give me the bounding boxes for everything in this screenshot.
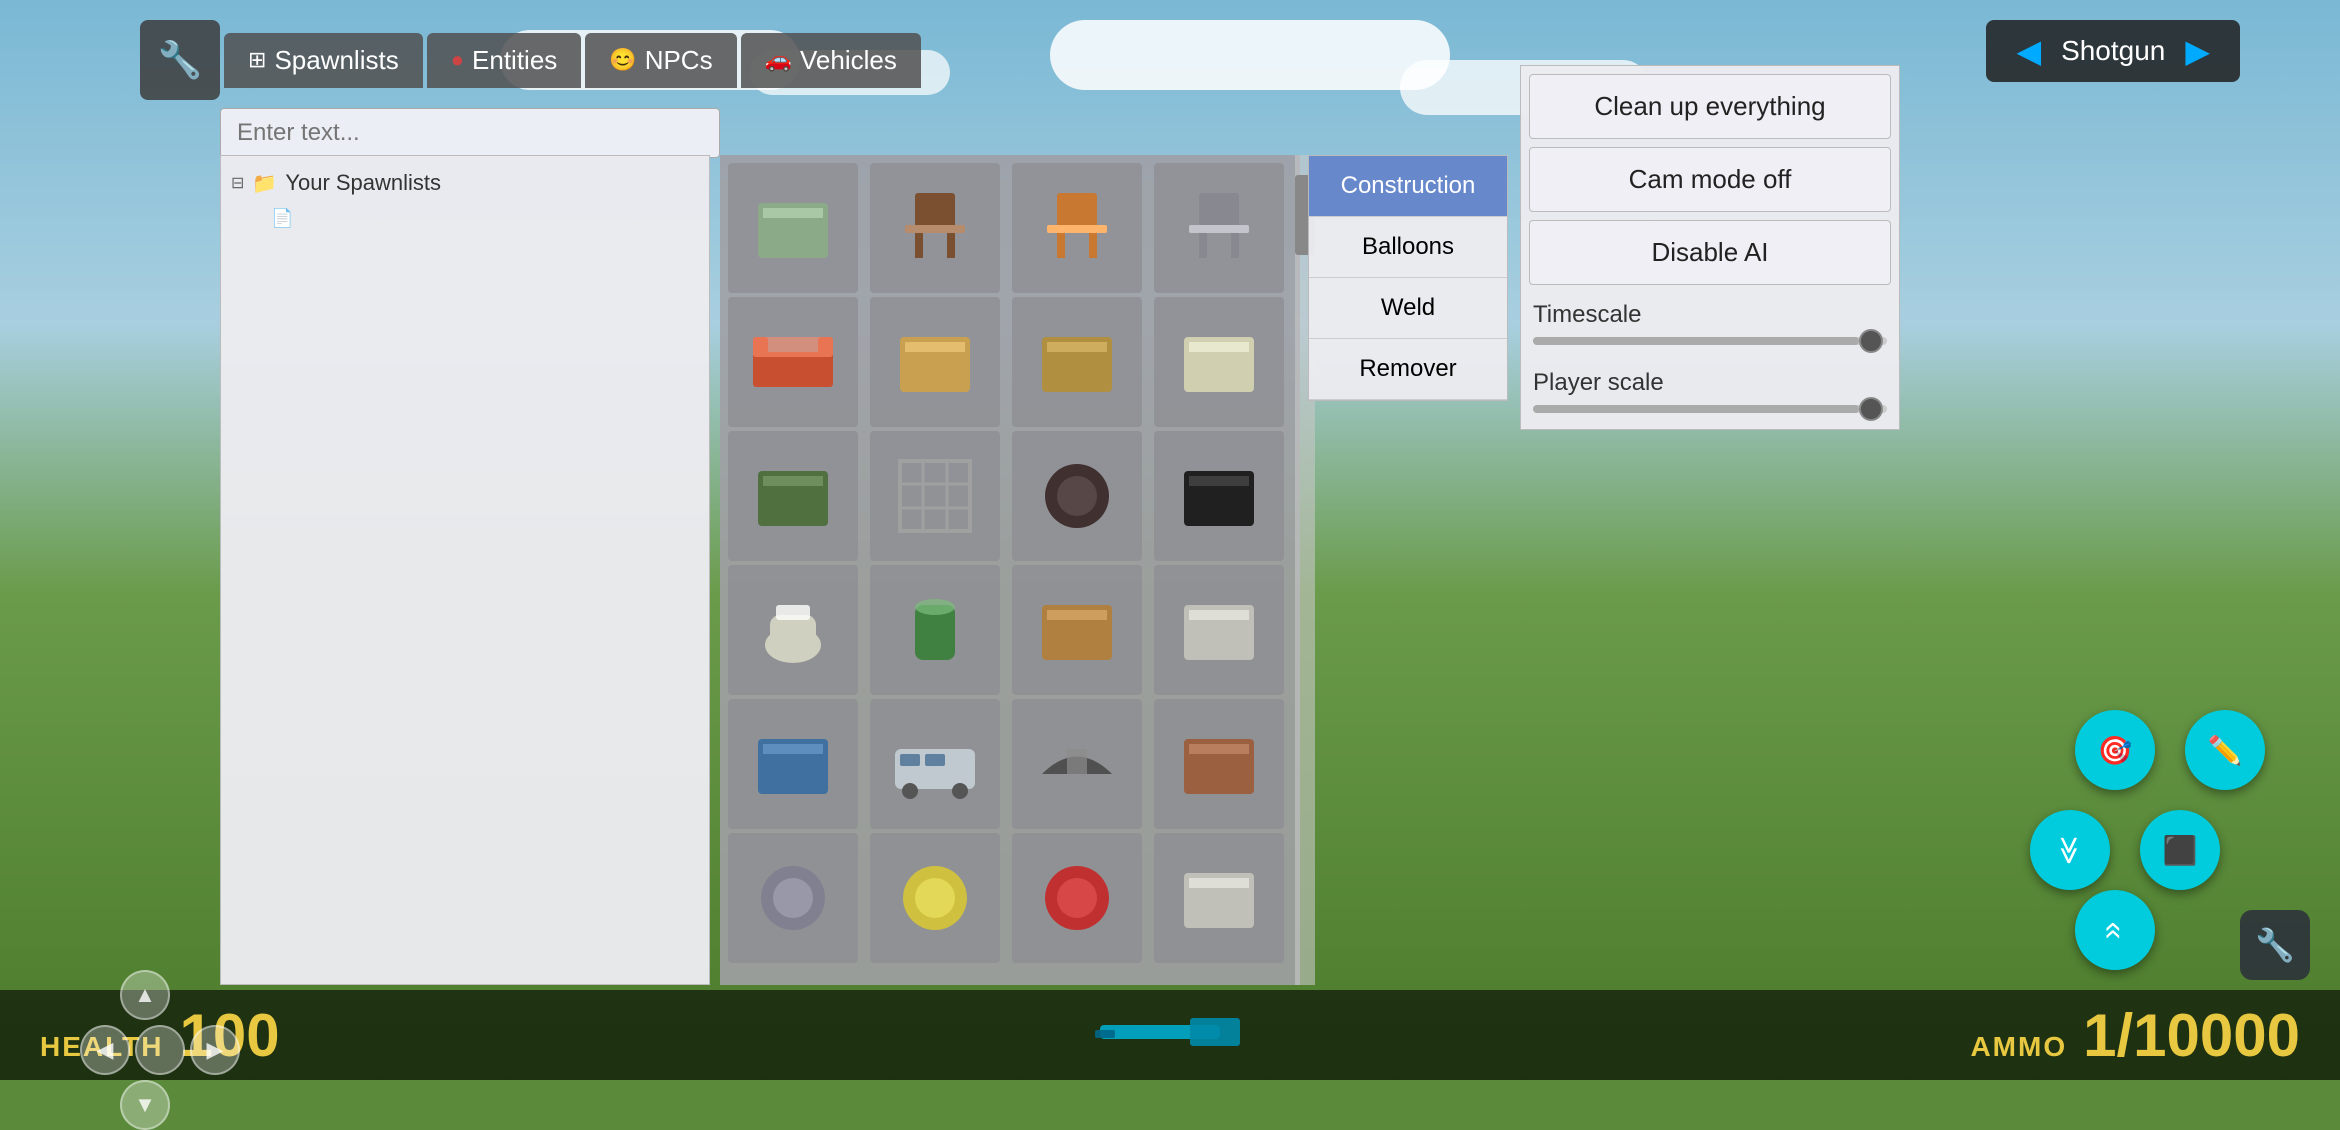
player-scale-section: Player scale bbox=[1529, 361, 1891, 421]
ammo-label: AMMO bbox=[1970, 1031, 2067, 1063]
player-scale-fill bbox=[1533, 405, 1859, 413]
file-icon: 📄 bbox=[271, 208, 293, 229]
tab-spawnlists[interactable]: ⊞ Spawnlists bbox=[224, 33, 423, 88]
weapon-next-button[interactable]: ▶ bbox=[2185, 32, 2210, 70]
item-chair-office[interactable] bbox=[1154, 163, 1284, 293]
item-item-24[interactable] bbox=[1154, 833, 1284, 963]
item-grid bbox=[720, 155, 1300, 985]
item-item-23[interactable] bbox=[1012, 833, 1142, 963]
pencil-button[interactable]: ✏️ bbox=[2185, 710, 2265, 790]
item-sofa[interactable] bbox=[728, 297, 858, 427]
item-fridge[interactable] bbox=[1154, 297, 1284, 427]
dpad-up[interactable]: ▲ bbox=[120, 970, 170, 1020]
clean-up-button[interactable]: Clean up everything bbox=[1529, 74, 1891, 139]
item-boot[interactable] bbox=[1012, 431, 1142, 561]
dpad-right[interactable]: ▶ bbox=[190, 1025, 240, 1075]
timescale-thumb[interactable] bbox=[1859, 329, 1883, 353]
weapon-bottom-icon bbox=[1090, 1000, 1250, 1070]
item-train[interactable] bbox=[870, 699, 1000, 829]
spawnlist-folder[interactable]: ⊟ 📁 Your Spawnlists bbox=[231, 166, 699, 200]
construction-button[interactable]: Construction bbox=[1309, 156, 1507, 217]
up-arrows-button[interactable]: « bbox=[2075, 890, 2155, 970]
right-tools-panel: Construction Balloons Weld Remover bbox=[1308, 155, 1508, 401]
timescale-track[interactable] bbox=[1533, 337, 1887, 345]
entities-icon: ● bbox=[451, 47, 464, 73]
square-button[interactable]: ⬛ bbox=[2140, 810, 2220, 890]
timescale-label: Timescale bbox=[1533, 301, 1887, 329]
mic-icon: 🎯 bbox=[2098, 734, 2133, 767]
item-item-21[interactable] bbox=[728, 833, 858, 963]
remover-button[interactable]: Remover bbox=[1309, 339, 1507, 400]
weapon-name: Shotgun bbox=[2061, 35, 2165, 67]
mic-button[interactable]: 🎯 bbox=[2075, 710, 2155, 790]
cam-mode-button[interactable]: Cam mode off bbox=[1529, 147, 1891, 212]
tools-icon[interactable]: 🔧 bbox=[140, 20, 220, 100]
settings-button[interactable]: 🔧 bbox=[2240, 910, 2310, 980]
npcs-icon: 😊 bbox=[609, 47, 636, 73]
timescale-section: Timescale bbox=[1529, 293, 1891, 353]
down-arrows-button[interactable]: ≫ bbox=[2030, 810, 2110, 890]
ammo-section: AMMO 1/10000 bbox=[1970, 1001, 2300, 1070]
shotgun-panel: ◀ Shotgun ▶ bbox=[1986, 20, 2240, 82]
item-boat[interactable] bbox=[1012, 699, 1142, 829]
item-chair-orange[interactable] bbox=[1012, 163, 1142, 293]
dpad-center bbox=[135, 1025, 185, 1075]
item-dumpster[interactable] bbox=[728, 431, 858, 561]
vehicles-icon: 🚗 bbox=[765, 47, 792, 73]
item-trash-can[interactable] bbox=[870, 565, 1000, 695]
item-small-vehicle[interactable] bbox=[728, 699, 858, 829]
dpad-left[interactable]: ◀ bbox=[80, 1025, 130, 1075]
tab-entities[interactable]: ● Entities bbox=[427, 33, 582, 88]
item-chair-wood[interactable] bbox=[870, 163, 1000, 293]
tab-vehicles[interactable]: 🚗 Vehicles bbox=[741, 33, 921, 88]
player-scale-track[interactable] bbox=[1533, 405, 1887, 413]
square-icon: ⬛ bbox=[2163, 834, 2198, 867]
item-van[interactable] bbox=[1154, 565, 1284, 695]
weapon-icon-area bbox=[1090, 1000, 1250, 1075]
timescale-fill bbox=[1533, 337, 1859, 345]
folder-icon: 📁 bbox=[252, 171, 277, 196]
weld-button[interactable]: Weld bbox=[1309, 278, 1507, 339]
tab-npcs[interactable]: 😊 NPCs bbox=[585, 33, 736, 88]
item-cage[interactable] bbox=[870, 431, 1000, 561]
dpad-down[interactable]: ▼ bbox=[120, 1080, 170, 1130]
item-toilet[interactable] bbox=[728, 565, 858, 695]
item-cart[interactable] bbox=[1012, 565, 1142, 695]
balloons-button[interactable]: Balloons bbox=[1309, 217, 1507, 278]
expand-icon: ⊟ bbox=[231, 173, 244, 193]
left-panel: ⊟ 📁 Your Spawnlists 📄 bbox=[220, 155, 710, 985]
item-item-22[interactable] bbox=[870, 833, 1000, 963]
search-input[interactable] bbox=[220, 108, 720, 158]
item-crate-large[interactable] bbox=[870, 297, 1000, 427]
spawnlist-file[interactable]: 📄 bbox=[231, 204, 699, 233]
up-arrows-icon: « bbox=[2096, 921, 2133, 939]
pencil-icon: ✏️ bbox=[2208, 734, 2243, 767]
item-crate-medium[interactable] bbox=[1012, 297, 1142, 427]
ammo-value: 1/10000 bbox=[2083, 1001, 2300, 1070]
spawnlist-tree: ⊟ 📁 Your Spawnlists 📄 bbox=[231, 166, 699, 233]
item-suitcase[interactable] bbox=[1154, 431, 1284, 561]
item-cabinet[interactable] bbox=[1154, 699, 1284, 829]
player-scale-label: Player scale bbox=[1533, 369, 1887, 397]
down-arrows-icon: ≫ bbox=[2054, 835, 2087, 864]
player-scale-thumb[interactable] bbox=[1859, 397, 1883, 421]
disable-ai-button[interactable]: Disable AI bbox=[1529, 220, 1891, 285]
right-util-panel: Clean up everything Cam mode off Disable… bbox=[1520, 65, 1900, 430]
weapon-prev-button[interactable]: ◀ bbox=[2016, 32, 2041, 70]
spawnlists-icon: ⊞ bbox=[248, 47, 266, 73]
toolbar: 🔧 ⊞ Spawnlists ● Entities 😊 NPCs 🚗 Vehic… bbox=[140, 20, 921, 100]
item-bathtub[interactable] bbox=[728, 163, 858, 293]
hud-bottom: HEALTH 100 AMMO 1/10000 bbox=[0, 990, 2340, 1080]
ui-overlay: 🔧 ⊞ Spawnlists ● Entities 😊 NPCs 🚗 Vehic… bbox=[0, 0, 2340, 1080]
